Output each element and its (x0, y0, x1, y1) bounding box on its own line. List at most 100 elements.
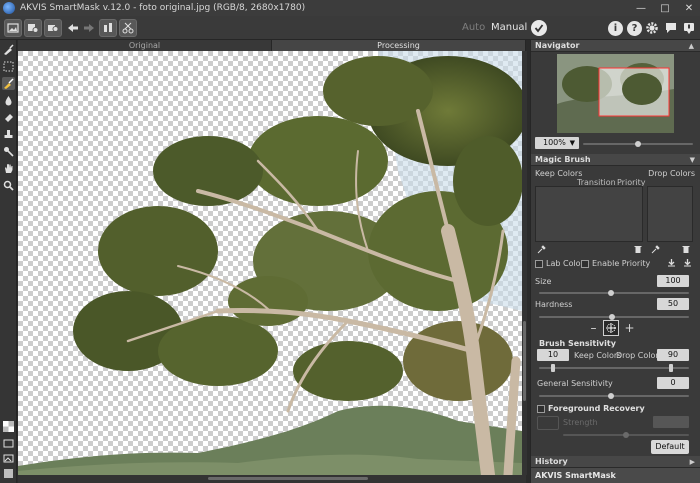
collapse-up-icon[interactable]: ▲ (689, 40, 694, 52)
increase-brush-icon[interactable]: + (624, 321, 634, 335)
zoom-slider-knob[interactable] (635, 141, 641, 147)
expand-right-icon[interactable]: ▶ (690, 456, 695, 468)
tab-original[interactable]: Original (18, 40, 272, 51)
keep-delete-icon[interactable] (633, 245, 642, 254)
redo-button[interactable] (80, 19, 98, 37)
solid-color-button[interactable] (2, 467, 15, 480)
drop-delete-icon[interactable] (681, 245, 690, 254)
lab-colors-checkbox[interactable] (535, 260, 543, 268)
save-preset-icon[interactable] (683, 258, 692, 267)
general-sensitivity-input[interactable]: 0 (657, 377, 689, 389)
settings-gear-icon[interactable] (645, 21, 659, 35)
zoom-tool[interactable] (2, 179, 15, 192)
compare-icon (104, 23, 112, 32)
enable-priority-checkbox[interactable] (581, 260, 589, 268)
notification-icon[interactable] (682, 21, 696, 35)
brush-icon (4, 44, 14, 55)
cutout-button[interactable] (119, 19, 137, 37)
drop-tool[interactable] (2, 94, 15, 107)
size-slider-track[interactable] (539, 292, 689, 294)
tab-processing[interactable]: Processing (272, 40, 526, 51)
title-bar: AKVIS SmartMask v.12.0 - foto original.j… (0, 0, 700, 16)
zoom-level-select[interactable]: 100% ▼ (535, 137, 579, 149)
strength-input[interactable] (653, 416, 689, 428)
image-canvas[interactable] (18, 51, 522, 475)
selection-tool[interactable] (2, 60, 15, 73)
smart-brush-tool[interactable] (2, 77, 15, 90)
keep-sensitivity-label: Keep Colors (574, 351, 622, 360)
general-sensitivity-label: General Sensitivity (537, 379, 613, 388)
hardness-input[interactable]: 50 (657, 298, 689, 310)
maximize-icon[interactable]: □ (658, 1, 672, 15)
hand-icon (5, 164, 13, 173)
mode-auto-tab[interactable]: Auto (462, 22, 485, 33)
background-image-button[interactable] (2, 452, 15, 465)
default-button[interactable]: Default (651, 440, 689, 454)
history-header[interactable]: History ▶ (531, 456, 700, 468)
droplet-icon (5, 96, 12, 106)
share-icon[interactable] (664, 21, 678, 35)
keep-eyedropper-icon[interactable] (537, 245, 546, 254)
keep-sensitivity-knob[interactable] (551, 364, 555, 372)
tools-panel (0, 40, 17, 483)
magic-brush-title: Magic Brush (535, 155, 591, 164)
decrease-brush-icon[interactable]: – (589, 321, 598, 335)
keep-colors-heading: Keep Colors (535, 169, 583, 178)
app-logo-icon (3, 2, 15, 14)
arrow-right-icon (84, 24, 94, 32)
help-icon[interactable]: ? (627, 21, 642, 36)
hand-tool[interactable] (2, 162, 15, 175)
strength-slider-knob[interactable] (623, 432, 629, 438)
stamp-tool[interactable] (2, 128, 15, 141)
save-icon (28, 24, 39, 33)
navigator-preview[interactable] (557, 54, 674, 133)
view-tabs: Original Processing (18, 40, 526, 51)
stamp-icon (4, 130, 13, 138)
magic-brush-tool[interactable] (2, 43, 15, 56)
close-icon[interactable]: ✕ (682, 1, 696, 15)
size-slider-knob[interactable] (608, 290, 614, 296)
history-section: History ▶ AKVIS SmartMask (531, 456, 700, 483)
filled-square-icon (4, 469, 13, 478)
foreground-recovery-label: Foreground Recovery (548, 404, 645, 413)
size-input[interactable]: 100 (657, 275, 689, 287)
general-sensitivity-track[interactable] (539, 395, 689, 397)
background-color-button[interactable] (2, 437, 15, 450)
magic-brush-section: Magic Brush ▼ Keep Colors Drop Colors Tr… (531, 154, 700, 454)
eraser-tool[interactable] (2, 111, 15, 124)
canvas-horizontal-scrollbar[interactable] (18, 475, 526, 483)
transparent-background-button[interactable] (2, 420, 15, 433)
foreground-recovery-checkbox[interactable] (537, 405, 545, 413)
checkmark-icon (534, 24, 544, 33)
brush-sensitivity-track[interactable] (539, 367, 689, 369)
navigator-header[interactable]: Navigator ▲ (531, 40, 700, 52)
keep-colors-list[interactable] (535, 186, 643, 242)
hardness-label: Hardness (535, 300, 573, 309)
print-button[interactable] (44, 19, 62, 37)
drop-sensitivity-input[interactable]: 90 (657, 349, 689, 361)
drop-sensitivity-knob[interactable] (669, 364, 673, 372)
drop-sensitivity-label: Drop Colors (616, 351, 663, 360)
drop-eyedropper-icon[interactable] (651, 245, 660, 254)
before-after-button[interactable] (99, 19, 117, 37)
load-preset-icon[interactable] (667, 258, 676, 267)
color-picker-tool[interactable] (2, 145, 15, 158)
info-icon[interactable]: i (608, 21, 623, 36)
main-toolbar: Auto Manual i ? (0, 16, 700, 40)
drop-colors-list[interactable] (647, 186, 693, 242)
magic-wand-brush-icon (4, 78, 14, 89)
mode-manual-tab[interactable]: Manual (491, 22, 527, 33)
minimize-icon[interactable]: — (634, 1, 648, 15)
keep-sensitivity-input[interactable]: 10 (537, 349, 569, 361)
save-image-button[interactable] (24, 19, 42, 37)
window-controls: — □ ✕ (634, 0, 696, 16)
general-sensitivity-knob[interactable] (608, 393, 614, 399)
image-frame-icon (3, 454, 14, 463)
drop-colors-heading: Drop Colors (648, 169, 695, 178)
open-image-button[interactable] (4, 19, 22, 37)
magic-brush-header[interactable]: Magic Brush ▼ (531, 154, 700, 166)
collapse-down-icon[interactable]: ▼ (690, 154, 695, 166)
recovery-color-swatch[interactable] (537, 416, 559, 430)
run-button[interactable] (531, 20, 547, 36)
canvas-vertical-scrollbar[interactable] (522, 51, 527, 475)
